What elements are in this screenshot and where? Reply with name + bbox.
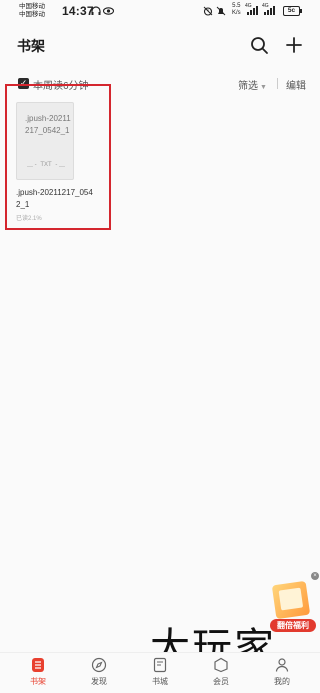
promo-label[interactable]: 翻倍福利 xyxy=(270,619,316,632)
book-progress: 已读2.1% xyxy=(16,216,42,222)
nav-label-discover: 发现 xyxy=(91,677,107,686)
mute-bell-icon xyxy=(216,6,226,16)
headphone-icon xyxy=(91,6,101,15)
net-speed: 5.5 K/s xyxy=(232,3,241,17)
vip-icon xyxy=(214,657,228,673)
book-store-icon xyxy=(153,657,167,673)
nav-label-vip: 会员 xyxy=(213,677,229,686)
bottom-nav: 书架 发现 书城 会员 我的 xyxy=(0,652,320,693)
page-title: 书架 xyxy=(17,38,45,54)
divider xyxy=(277,78,278,89)
profile-icon xyxy=(275,658,289,672)
nav-label-store: 书城 xyxy=(152,677,168,686)
alarm-icon xyxy=(203,6,213,16)
nav-item-bookshelf[interactable]: 书架 xyxy=(18,657,58,691)
cover-title: .jpush-20211217_0542_1 xyxy=(25,114,71,135)
nav-item-profile[interactable]: 我的 xyxy=(262,657,302,691)
book-title[interactable]: .jpush-20211217_0542_1 xyxy=(16,187,96,211)
nav-label-bookshelf: 书架 xyxy=(30,677,46,686)
status-time: 14:37 xyxy=(62,4,94,18)
net-speed-value: 5.5 xyxy=(232,3,241,9)
net-speed-unit: K/s xyxy=(232,10,241,16)
plus-icon[interactable] xyxy=(283,34,305,56)
compass-icon xyxy=(91,657,107,673)
bookshelf-icon xyxy=(32,658,44,672)
eye-icon xyxy=(103,7,114,15)
status-bar: 中国移动 中国移动 14:37 5.5 K/s 4G 4G 5c xyxy=(0,0,320,24)
filter-label: 筛选 xyxy=(238,81,258,92)
signal-icon xyxy=(247,6,258,15)
nav-item-store[interactable]: 书城 xyxy=(140,657,180,691)
carrier-2: 中国移动 xyxy=(19,11,45,18)
caret-down-icon: ▼ xyxy=(260,84,267,91)
gift-icon xyxy=(271,580,311,620)
edit-button[interactable]: 编辑 xyxy=(286,77,306,92)
book-cover[interactable]: .jpush-20211217_0542_1 - TXT - xyxy=(16,102,74,180)
cover-type-label: - TXT - xyxy=(32,162,60,168)
carrier-1: 中国移动 xyxy=(19,3,45,10)
header: 书架 xyxy=(0,24,320,68)
carrier-info: 中国移动 中国移动 xyxy=(19,3,45,19)
search-icon[interactable] xyxy=(248,34,270,56)
battery-icon: 5c xyxy=(283,6,302,16)
nav-item-discover[interactable]: 发现 xyxy=(79,657,119,691)
close-icon[interactable]: × xyxy=(311,572,319,580)
cover-type: - TXT - xyxy=(17,162,75,168)
signal-icon-2 xyxy=(264,6,275,15)
nav-item-vip[interactable]: 会员 xyxy=(201,657,241,691)
nav-label-profile: 我的 xyxy=(274,677,290,686)
filter-button[interactable]: 筛选 ▼ xyxy=(238,77,267,92)
